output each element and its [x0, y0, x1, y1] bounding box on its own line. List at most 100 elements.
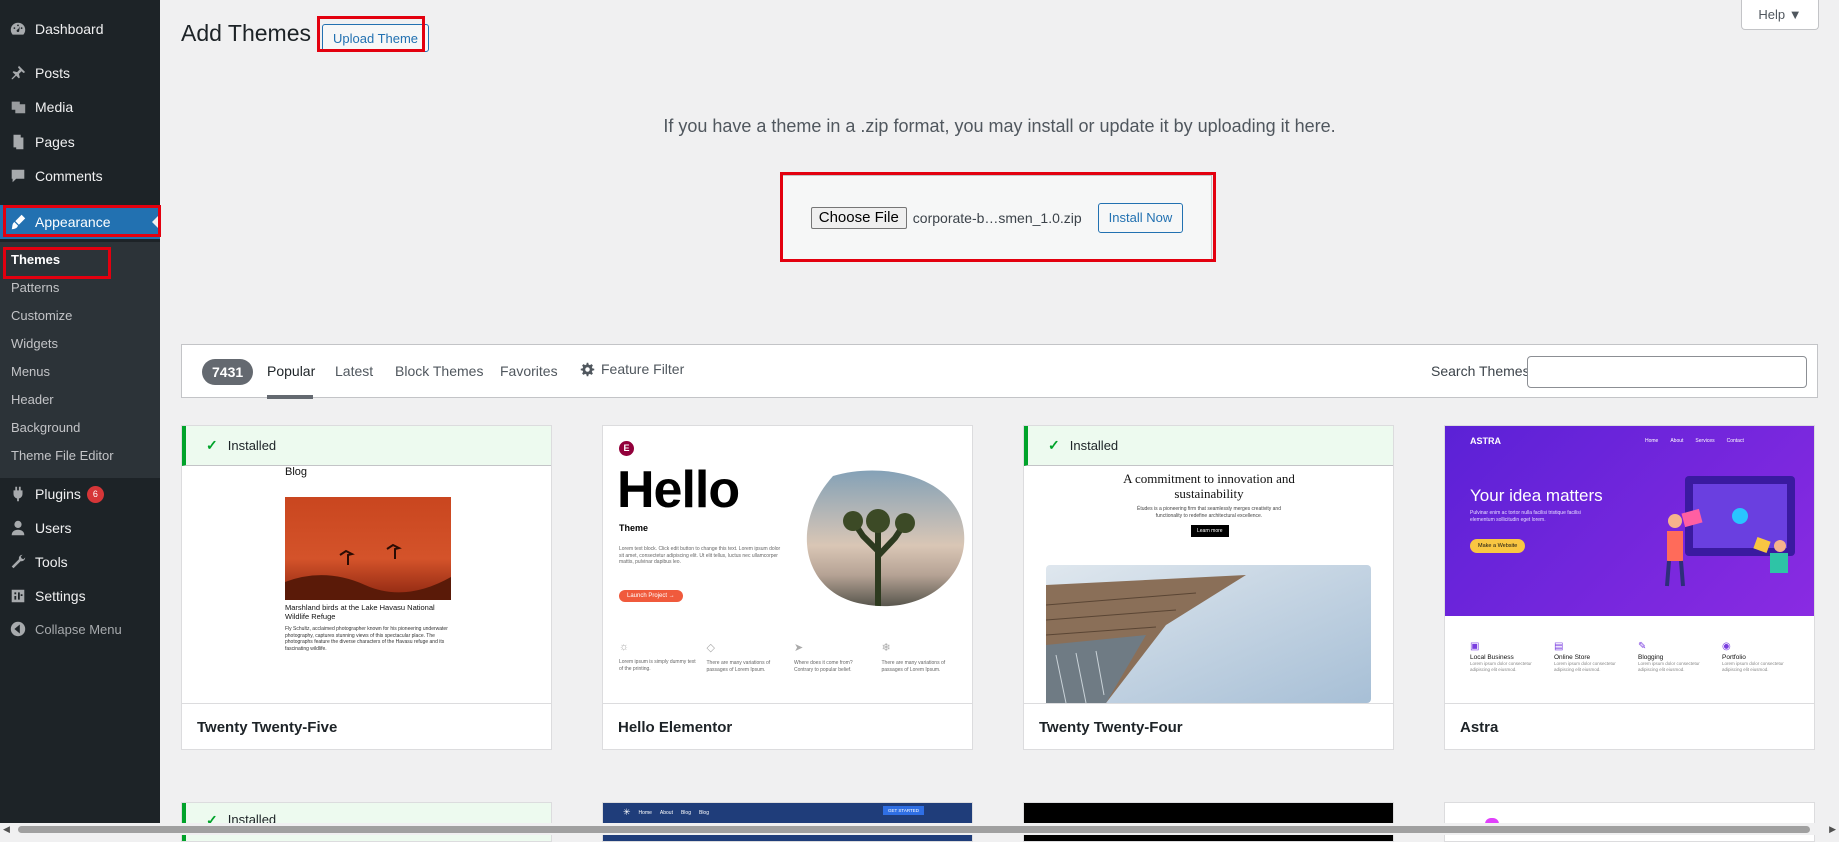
submenu-item-menus[interactable]: Menus — [11, 364, 50, 379]
theme-card-astra[interactable]: ASTRA Home About Services Contact Your i… — [1444, 425, 1815, 750]
media-icon — [0, 98, 35, 116]
sidebar-item-label: Posts — [35, 65, 71, 81]
preview-hello-heading: Hello — [617, 461, 740, 519]
tab-latest[interactable]: Latest — [335, 363, 373, 379]
help-label: Help ▼ — [1758, 7, 1802, 22]
feature-text: There are many variations of passages of… — [706, 660, 771, 673]
submenu-item-theme-file-editor[interactable]: Theme File Editor — [11, 448, 114, 463]
installed-notice: ✓ Installed — [1024, 426, 1393, 466]
theme-name: Twenty Twenty-Four — [1024, 703, 1393, 749]
cactus-image — [806, 470, 965, 607]
submenu-item-background[interactable]: Background — [11, 420, 80, 435]
theme-screenshot: ASTRA Home About Services Contact Your i… — [1445, 426, 1814, 703]
submenu-item-customize[interactable]: Customize — [11, 308, 72, 323]
tab-popular[interactable]: Popular — [267, 363, 315, 379]
theme-card-row2-3[interactable] — [1023, 802, 1394, 842]
sidebar-item-dashboard[interactable]: Dashboard — [0, 12, 160, 46]
upload-theme-button[interactable]: Upload Theme — [322, 24, 430, 52]
sidebar-item-label: Users — [35, 520, 72, 536]
scrollbar-thumb[interactable] — [18, 826, 1810, 833]
horizontal-scrollbar[interactable]: ◀ ▶ — [0, 823, 1839, 835]
preview-caption: Marshland birds at the Lake Havasu Natio… — [285, 603, 435, 621]
preview-body: Fly Schultz, acclaimed photographer know… — [285, 626, 448, 652]
pages-icon — [0, 133, 35, 151]
row2-cta: GET STARTED — [883, 806, 925, 815]
search-themes-label: Search Themes — [1431, 363, 1530, 379]
submenu-item-patterns[interactable]: Patterns — [11, 280, 59, 295]
theme-name: Astra — [1445, 703, 1814, 749]
sidebar-item-label: Pages — [35, 134, 75, 150]
sidebar-item-label: Media — [35, 99, 74, 115]
search-themes-input[interactable] — [1527, 356, 1807, 388]
sidebar-item-label: Tools — [35, 554, 68, 570]
sidebar-item-pages[interactable]: Pages — [0, 125, 160, 159]
sidebar-item-label: Plugins — [35, 486, 81, 502]
sidebar-item-users[interactable]: Users — [0, 511, 160, 545]
preview-heading: A commitment to innovation and sustainab… — [1123, 471, 1295, 501]
tab-favorites[interactable]: Favorites — [500, 363, 558, 379]
plugins-update-badge: 6 — [86, 485, 104, 503]
users-icon — [0, 519, 35, 537]
building-icon: ▣ — [1470, 641, 1480, 652]
theme-card-row2-2[interactable]: ✳ Home About Blog Blog GET STARTED — [602, 802, 973, 842]
settings-icon — [0, 587, 35, 605]
store-icon: ▤ — [1554, 641, 1564, 652]
current-tab-indicator — [267, 395, 313, 399]
astra-hero: ASTRA Home About Services Contact Your i… — [1445, 426, 1814, 616]
theme-card-hello-elementor[interactable]: E Hello Theme Lorem text block. Click ed… — [602, 425, 973, 750]
theme-card-row2-1[interactable]: ✓ Installed — [181, 802, 552, 842]
install-now-button[interactable]: Install Now — [1097, 202, 1184, 233]
theme-card-row2-4[interactable] — [1444, 802, 1815, 842]
sidebar-item-tools[interactable]: Tools — [0, 545, 160, 579]
admin-sidebar: Dashboard Posts Media Pages Comments App… — [0, 0, 161, 835]
feature-text: Lorem ipsum is simply dummy text of the … — [619, 659, 696, 672]
astra-cta: Make a Website — [1470, 539, 1526, 553]
installed-notice: ✓ Installed — [182, 426, 551, 466]
installed-label: Installed — [1069, 438, 1119, 453]
astra-logo: ASTRA — [1470, 436, 1501, 446]
paper-plane-icon: ➤ — [794, 642, 804, 654]
submenu-item-widgets[interactable]: Widgets — [11, 336, 58, 351]
architecture-image — [1046, 565, 1371, 703]
sidebar-item-settings[interactable]: Settings — [0, 579, 160, 613]
feature-text: Where does it come from? Contrary to pop… — [794, 660, 853, 673]
sidebar-item-media[interactable]: Media — [0, 90, 160, 124]
astra-features: ▣ Local Business Lorem ipsum dolor consect… — [1470, 641, 1800, 673]
sunset-birds-image — [285, 497, 451, 600]
preview-launch-button: Launch Project → — [619, 590, 683, 602]
sidebar-item-label: Comments — [35, 168, 103, 184]
preview-text: Lorem text block. Click edit button to c… — [619, 546, 781, 565]
sidebar-item-posts[interactable]: Posts — [0, 56, 160, 90]
scroll-left-arrow-icon[interactable]: ◀ — [3, 824, 10, 835]
sidebar-item-comments[interactable]: Comments — [0, 159, 160, 193]
installed-label: Installed — [227, 438, 277, 453]
help-tab-button[interactable]: Help ▼ — [1741, 0, 1819, 30]
sidebar-item-plugins[interactable]: Plugins 6 — [0, 477, 160, 511]
astra-illustration — [1665, 476, 1795, 587]
theme-card-twenty-twenty-four[interactable]: ✓ Installed A commitment to innovation a… — [1023, 425, 1394, 750]
scroll-right-arrow-icon[interactable]: ▶ — [1829, 824, 1836, 835]
sidebar-item-appearance[interactable]: Appearance — [0, 205, 160, 239]
feature-filter-button[interactable]: Feature Filter — [580, 361, 684, 377]
submenu-item-header[interactable]: Header — [11, 392, 54, 407]
elementor-logo: E — [619, 441, 634, 456]
portfolio-icon: ◉ — [1722, 641, 1731, 652]
theme-screenshot: A commitment to innovation and sustainab… — [1024, 426, 1393, 703]
brush-icon — [0, 213, 35, 231]
snowflake-icon: ❄ — [881, 642, 891, 654]
upload-form: Choose File corporate-b…smen_1.0.zip Ins… — [782, 175, 1212, 260]
theme-card-twenty-twenty-five[interactable]: ✓ Installed Blog Marshland birds at the … — [181, 425, 552, 750]
theme-filter-bar: 7431 Popular Latest Block Themes Favorit… — [181, 344, 1818, 399]
pin-icon — [0, 64, 35, 82]
bulb-icon: ☼ — [619, 641, 630, 653]
main-content: Add Themes Upload Theme Help ▼ If you ha… — [160, 0, 1839, 842]
feature-text: There are many variations of passages of… — [881, 660, 946, 673]
tab-block-themes[interactable]: Block Themes — [395, 363, 483, 379]
dashboard-icon — [0, 20, 35, 38]
upload-description: If you have a theme in a .zip format, yo… — [663, 116, 1336, 136]
collapse-menu-button[interactable]: Collapse Menu — [0, 612, 160, 646]
choose-file-button[interactable]: Choose File — [810, 206, 907, 229]
submenu-item-themes[interactable]: Themes — [11, 252, 60, 267]
astra-headline: Your idea matters — [1470, 486, 1603, 505]
sidebar-item-label: Appearance — [35, 214, 111, 230]
